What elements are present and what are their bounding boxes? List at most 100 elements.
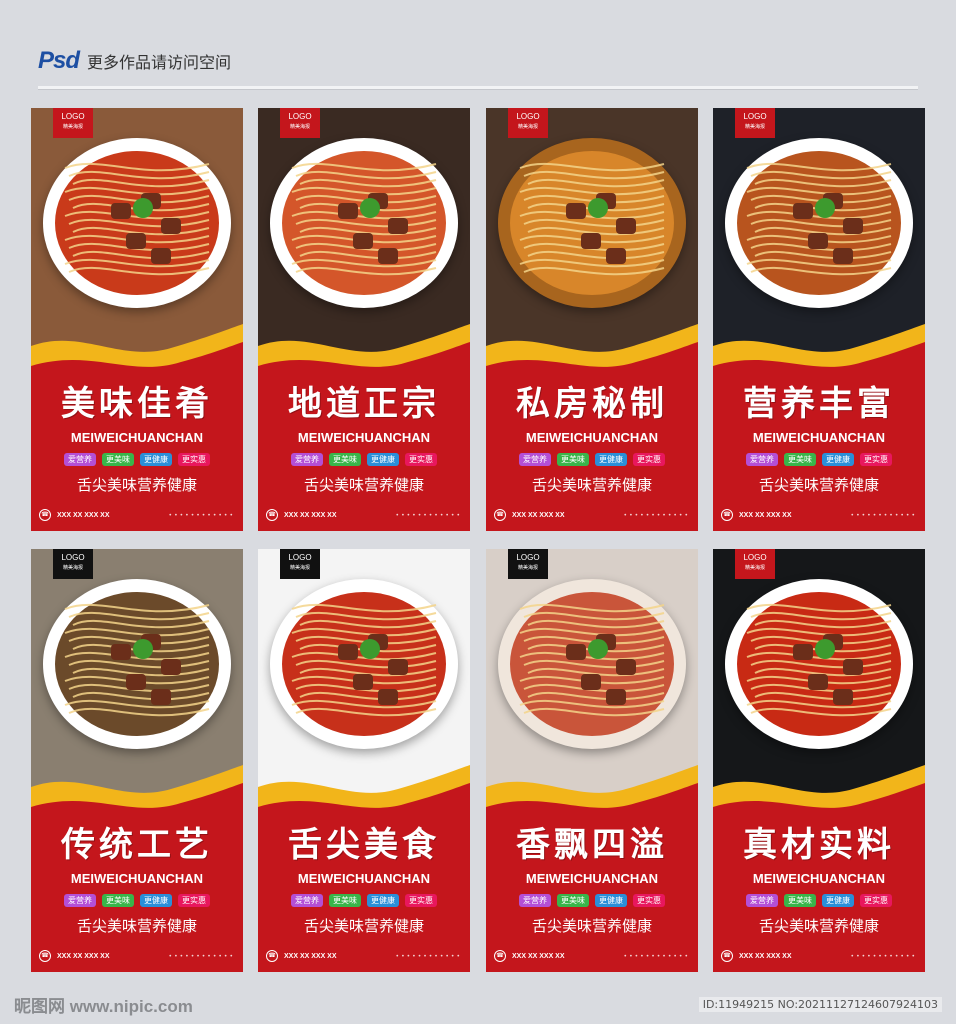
phone-icon: ☎ (494, 950, 506, 962)
phone-icon: ☎ (39, 509, 51, 521)
logo-subtitle: 精美海报 (517, 565, 538, 571)
beef-chunk (353, 674, 373, 690)
poster-slogan: 舌尖美味营养健康 (758, 917, 879, 935)
nipic-watermark[interactable]: 昵图网 www.nipic.com (14, 992, 193, 1017)
beef-chunk (581, 674, 601, 690)
beef-chunk (388, 659, 408, 675)
poster-headline: 真材实料 (743, 825, 895, 865)
beef-chunk (338, 203, 358, 219)
image-id: ID:11949215 NO:20211127124607924103 (698, 997, 942, 1012)
logo-subtitle: 精美海报 (517, 124, 538, 130)
beef-chunk (566, 644, 586, 660)
beef-chunk (606, 689, 626, 705)
beef-chunk (151, 248, 171, 264)
poster-footer: ☎ XXX XX XXX XX •••••••••••• (486, 948, 698, 964)
herb-garnish (815, 198, 835, 218)
beef-chunk (581, 233, 601, 249)
herb-garnish (133, 639, 153, 659)
tag-value: 更实惠 (405, 453, 437, 466)
footer-phone: XXX XX XXX XX (284, 511, 337, 519)
tag-nutrition: 爱营养 (64, 453, 96, 466)
herb-garnish (360, 639, 380, 659)
poster-card[interactable]: LOGO 精美海报 舌尖美食 MEIWEICHUANCHAN 爱营养 更美味 更… (258, 549, 470, 972)
tag-row: 爱营养 更美味 更健康 更实惠 (31, 453, 243, 466)
poster-footer: ☎ XXX XX XXX XX •••••••••••• (713, 507, 925, 523)
poster-card[interactable]: LOGO 精美海报 私房秘制 MEIWEICHUANCHAN 爱营养 更美味 更… (486, 108, 698, 531)
footer-dots-icon: •••••••••••• (395, 952, 462, 960)
beef-chunk (111, 203, 131, 219)
tag-value: 更实惠 (178, 453, 210, 466)
poster-pinyin: MEIWEICHUANCHAN (525, 430, 659, 445)
logo-badge: LOGO 精美海报 (280, 108, 320, 138)
tag-nutrition: 爱营养 (519, 453, 551, 466)
tag-nutrition: 爱营养 (291, 453, 323, 466)
phone-icon: ☎ (39, 950, 51, 962)
beef-chunk (808, 233, 828, 249)
footer-phone: XXX XX XXX XX (512, 511, 565, 519)
footer-dots-icon: •••••••••••• (168, 511, 235, 519)
poster-pinyin: MEIWEICHUANCHAN (70, 430, 204, 445)
tag-tasty: 更美味 (557, 894, 589, 907)
logo-subtitle: 精美海报 (62, 565, 83, 571)
poster-card[interactable]: LOGO 精美海报 美味佳肴 MEIWEICHUANCHAN 爱营养 更美味 更… (31, 108, 243, 531)
poster-footer: ☎ XXX XX XXX XX •••••••••••• (31, 948, 243, 964)
logo-title: LOGO (288, 112, 312, 121)
beef-chunk (151, 689, 171, 705)
tag-tasty: 更美味 (557, 453, 589, 466)
poster-headline: 私房秘制 (516, 384, 668, 424)
logo-subtitle: 精美海报 (744, 124, 765, 130)
poster-slogan: 舌尖美味营养健康 (758, 476, 879, 494)
poster-headline: 美味佳肴 (61, 384, 213, 424)
tag-value: 更实惠 (633, 894, 665, 907)
tag-tasty: 更美味 (102, 894, 134, 907)
beef-chunk (793, 203, 813, 219)
tag-healthy: 更健康 (140, 453, 172, 466)
tag-nutrition: 爱营养 (519, 894, 551, 907)
tag-healthy: 更健康 (822, 894, 854, 907)
beef-chunk (353, 233, 373, 249)
poster-headline: 香飘四溢 (516, 825, 668, 865)
poster-slogan: 舌尖美味营养健康 (76, 917, 197, 935)
logo-title: LOGO (61, 553, 85, 562)
phone-icon: ☎ (494, 509, 506, 521)
tag-tasty: 更美味 (329, 453, 361, 466)
psd-badge: Psd (38, 47, 80, 74)
tag-healthy: 更健康 (140, 894, 172, 907)
herb-garnish (360, 198, 380, 218)
phone-icon: ☎ (266, 950, 278, 962)
header-bar: Psd 更多作品请访问空间 (38, 44, 231, 78)
poster-card[interactable]: LOGO 精美海报 香飘四溢 MEIWEICHUANCHAN 爱营养 更美味 更… (486, 549, 698, 972)
tag-tasty: 更美味 (102, 453, 134, 466)
logo-badge: LOGO 精美海报 (508, 549, 548, 579)
beef-chunk (793, 644, 813, 660)
poster-card[interactable]: LOGO 精美海报 营养丰富 MEIWEICHUANCHAN 爱营养 更美味 更… (713, 108, 925, 531)
poster-card[interactable]: LOGO 精美海报 真材实料 MEIWEICHUANCHAN 爱营养 更美味 更… (713, 549, 925, 972)
footer-dots-icon: •••••••••••• (623, 511, 690, 519)
poster-card[interactable]: LOGO 精美海报 地道正宗 MEIWEICHUANCHAN 爱营养 更美味 更… (258, 108, 470, 531)
logo-title: LOGO (743, 553, 767, 562)
logo-title: LOGO (743, 112, 767, 121)
poster-pinyin: MEIWEICHUANCHAN (70, 871, 204, 886)
poster-slogan: 舌尖美味营养健康 (531, 476, 652, 494)
poster-pinyin: MEIWEICHUANCHAN (752, 871, 886, 886)
poster-card[interactable]: LOGO 精美海报 传统工艺 MEIWEICHUANCHAN 爱营养 更美味 更… (31, 549, 243, 972)
poster-footer: ☎ XXX XX XXX XX •••••••••••• (486, 507, 698, 523)
poster-pinyin: MEIWEICHUANCHAN (525, 871, 659, 886)
beef-chunk (338, 644, 358, 660)
herb-garnish (133, 198, 153, 218)
beef-chunk (111, 644, 131, 660)
poster-footer: ☎ XXX XX XXX XX •••••••••••• (31, 507, 243, 523)
beef-chunk (161, 218, 181, 234)
poster-slogan: 舌尖美味营养健康 (531, 917, 652, 935)
beef-chunk (833, 248, 853, 264)
tag-healthy: 更健康 (367, 894, 399, 907)
header-text: 更多作品请访问空间 (87, 53, 232, 72)
tag-tasty: 更美味 (784, 894, 816, 907)
poster-headline: 地道正宗 (288, 384, 440, 424)
footer-dots-icon: •••••••••••• (395, 511, 462, 519)
poster-headline: 舌尖美食 (288, 825, 440, 865)
tag-row: 爱营养 更美味 更健康 更实惠 (31, 894, 243, 907)
tag-value: 更实惠 (405, 894, 437, 907)
phone-icon: ☎ (721, 950, 733, 962)
beef-chunk (126, 674, 146, 690)
